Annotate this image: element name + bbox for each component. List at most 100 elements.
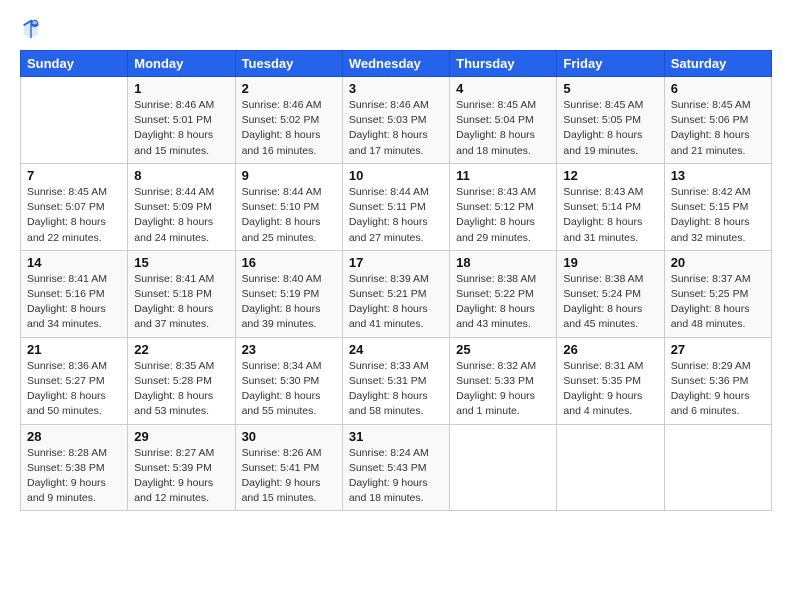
day-info: Sunrise: 8:35 AM Sunset: 5:28 PM Dayligh… — [134, 359, 228, 420]
day-info: Sunrise: 8:34 AM Sunset: 5:30 PM Dayligh… — [242, 359, 336, 420]
calendar-cell: 10Sunrise: 8:44 AM Sunset: 5:11 PM Dayli… — [342, 163, 449, 250]
day-info: Sunrise: 8:45 AM Sunset: 5:05 PM Dayligh… — [563, 98, 657, 159]
calendar-week-2: 14 Sunrise: 8:41 AM Sunset: 5:16 PM Dayli… — [21, 250, 772, 337]
calendar-cell — [450, 424, 557, 511]
day-number: 2 — [242, 81, 336, 96]
calendar-week-3: 21 Sunrise: 8:36 AM Sunset: 5:27 PM Dayli… — [21, 337, 772, 424]
day-info: Sunrise: 8:46 AM Sunset: 5:03 PM Dayligh… — [349, 98, 443, 159]
calendar-cell: 13 Sunrise: 8:42 AM Sunset: 5:15 PM Dayli… — [664, 163, 771, 250]
calendar-cell: 11Sunrise: 8:43 AM Sunset: 5:12 PM Dayli… — [450, 163, 557, 250]
col-sunday: Sunday — [21, 51, 128, 77]
day-number: 12 — [563, 168, 657, 183]
header-row: Sunday Monday Tuesday Wednesday Thursday… — [21, 51, 772, 77]
day-number: 3 — [349, 81, 443, 96]
calendar-cell: 1 Sunrise: 8:46 AM Sunset: 5:01 PM Daylig… — [128, 77, 235, 164]
day-info: Sunrise: 8:36 AM Sunset: 5:27 PM Dayligh… — [27, 359, 121, 420]
day-number: 14 — [27, 255, 121, 270]
day-number: 6 — [671, 81, 765, 96]
calendar-cell: 12 Sunrise: 8:43 AM Sunset: 5:14 PM Dayli… — [557, 163, 664, 250]
calendar-cell: 3 Sunrise: 8:46 AM Sunset: 5:03 PM Daylig… — [342, 77, 449, 164]
calendar-cell: 15Sunrise: 8:41 AM Sunset: 5:18 PM Dayli… — [128, 250, 235, 337]
col-tuesday: Tuesday — [235, 51, 342, 77]
day-info: Sunrise: 8:42 AM Sunset: 5:15 PM Dayligh… — [671, 185, 765, 246]
day-info: Sunrise: 8:46 AM Sunset: 5:01 PM Dayligh… — [134, 98, 228, 159]
calendar-cell: 8 Sunrise: 8:44 AM Sunset: 5:09 PM Daylig… — [128, 163, 235, 250]
day-number: 20 — [671, 255, 765, 270]
calendar-cell: 26 Sunrise: 8:31 AM Sunset: 5:35 PM Dayli… — [557, 337, 664, 424]
day-number: 11 — [456, 168, 550, 183]
day-number: 31 — [349, 429, 443, 444]
day-number: 5 — [563, 81, 657, 96]
day-number: 28 — [27, 429, 121, 444]
col-thursday: Thursday — [450, 51, 557, 77]
col-saturday: Saturday — [664, 51, 771, 77]
day-number: 17 — [349, 255, 443, 270]
day-number: 8 — [134, 168, 228, 183]
calendar-cell — [557, 424, 664, 511]
day-number: 9 — [242, 168, 336, 183]
header — [20, 18, 772, 40]
day-number: 7 — [27, 168, 121, 183]
day-number: 23 — [242, 342, 336, 357]
day-number: 1 — [134, 81, 228, 96]
day-info: Sunrise: 8:37 AM Sunset: 5:25 PM Dayligh… — [671, 272, 765, 333]
day-info: Sunrise: 8:41 AM Sunset: 5:16 PM Dayligh… — [27, 272, 121, 333]
day-info: Sunrise: 8:38 AM Sunset: 5:22 PM Dayligh… — [456, 272, 550, 333]
calendar-cell: 25Sunrise: 8:32 AM Sunset: 5:33 PM Dayli… — [450, 337, 557, 424]
day-number: 25 — [456, 342, 550, 357]
calendar-cell: 18 Sunrise: 8:38 AM Sunset: 5:22 PM Dayli… — [450, 250, 557, 337]
calendar-cell: 29 Sunrise: 8:27 AM Sunset: 5:39 PM Dayli… — [128, 424, 235, 511]
day-info: Sunrise: 8:39 AM Sunset: 5:21 PM Dayligh… — [349, 272, 443, 333]
page: Sunday Monday Tuesday Wednesday Thursday… — [0, 0, 792, 612]
day-number: 16 — [242, 255, 336, 270]
calendar-cell: 27Sunrise: 8:29 AM Sunset: 5:36 PM Dayli… — [664, 337, 771, 424]
day-number: 4 — [456, 81, 550, 96]
day-info: Sunrise: 8:43 AM Sunset: 5:14 PM Dayligh… — [563, 185, 657, 246]
day-number: 27 — [671, 342, 765, 357]
day-number: 29 — [134, 429, 228, 444]
col-friday: Friday — [557, 51, 664, 77]
day-number: 10 — [349, 168, 443, 183]
calendar-cell: 6 Sunrise: 8:45 AM Sunset: 5:06 PM Daylig… — [664, 77, 771, 164]
logo-icon — [20, 18, 42, 40]
calendar-cell: 22 Sunrise: 8:35 AM Sunset: 5:28 PM Dayli… — [128, 337, 235, 424]
calendar-cell: 31 Sunrise: 8:24 AM Sunset: 5:43 PM Dayli… — [342, 424, 449, 511]
calendar-week-4: 28 Sunrise: 8:28 AM Sunset: 5:38 PM Dayli… — [21, 424, 772, 511]
calendar-cell: 20 Sunrise: 8:37 AM Sunset: 5:25 PM Dayli… — [664, 250, 771, 337]
calendar-cell: 19 Sunrise: 8:38 AM Sunset: 5:24 PM Dayli… — [557, 250, 664, 337]
day-info: Sunrise: 8:44 AM Sunset: 5:10 PM Dayligh… — [242, 185, 336, 246]
day-number: 26 — [563, 342, 657, 357]
calendar-cell: 9 Sunrise: 8:44 AM Sunset: 5:10 PM Daylig… — [235, 163, 342, 250]
day-info: Sunrise: 8:45 AM Sunset: 5:04 PM Dayligh… — [456, 98, 550, 159]
day-info: Sunrise: 8:28 AM Sunset: 5:38 PM Dayligh… — [27, 446, 121, 507]
day-number: 19 — [563, 255, 657, 270]
calendar-cell — [664, 424, 771, 511]
day-info: Sunrise: 8:45 AM Sunset: 5:07 PM Dayligh… — [27, 185, 121, 246]
day-info: Sunrise: 8:31 AM Sunset: 5:35 PM Dayligh… — [563, 359, 657, 420]
calendar-cell: 4 Sunrise: 8:45 AM Sunset: 5:04 PM Daylig… — [450, 77, 557, 164]
col-wednesday: Wednesday — [342, 51, 449, 77]
day-info: Sunrise: 8:41 AM Sunset: 5:18 PM Dayligh… — [134, 272, 228, 333]
calendar-cell: 14 Sunrise: 8:41 AM Sunset: 5:16 PM Dayli… — [21, 250, 128, 337]
day-info: Sunrise: 8:40 AM Sunset: 5:19 PM Dayligh… — [242, 272, 336, 333]
day-info: Sunrise: 8:44 AM Sunset: 5:09 PM Dayligh… — [134, 185, 228, 246]
calendar-cell: 16 Sunrise: 8:40 AM Sunset: 5:19 PM Dayli… — [235, 250, 342, 337]
calendar-week-0: 1 Sunrise: 8:46 AM Sunset: 5:01 PM Daylig… — [21, 77, 772, 164]
calendar-cell: 2 Sunrise: 8:46 AM Sunset: 5:02 PM Daylig… — [235, 77, 342, 164]
day-number: 30 — [242, 429, 336, 444]
day-number: 13 — [671, 168, 765, 183]
day-number: 21 — [27, 342, 121, 357]
day-info: Sunrise: 8:33 AM Sunset: 5:31 PM Dayligh… — [349, 359, 443, 420]
calendar-cell — [21, 77, 128, 164]
day-info: Sunrise: 8:27 AM Sunset: 5:39 PM Dayligh… — [134, 446, 228, 507]
calendar-table: Sunday Monday Tuesday Wednesday Thursday… — [20, 50, 772, 511]
calendar-cell: 21 Sunrise: 8:36 AM Sunset: 5:27 PM Dayli… — [21, 337, 128, 424]
day-number: 18 — [456, 255, 550, 270]
day-info: Sunrise: 8:24 AM Sunset: 5:43 PM Dayligh… — [349, 446, 443, 507]
day-number: 22 — [134, 342, 228, 357]
col-monday: Monday — [128, 51, 235, 77]
day-info: Sunrise: 8:38 AM Sunset: 5:24 PM Dayligh… — [563, 272, 657, 333]
day-info: Sunrise: 8:46 AM Sunset: 5:02 PM Dayligh… — [242, 98, 336, 159]
calendar-cell: 7 Sunrise: 8:45 AM Sunset: 5:07 PM Daylig… — [21, 163, 128, 250]
day-info: Sunrise: 8:45 AM Sunset: 5:06 PM Dayligh… — [671, 98, 765, 159]
